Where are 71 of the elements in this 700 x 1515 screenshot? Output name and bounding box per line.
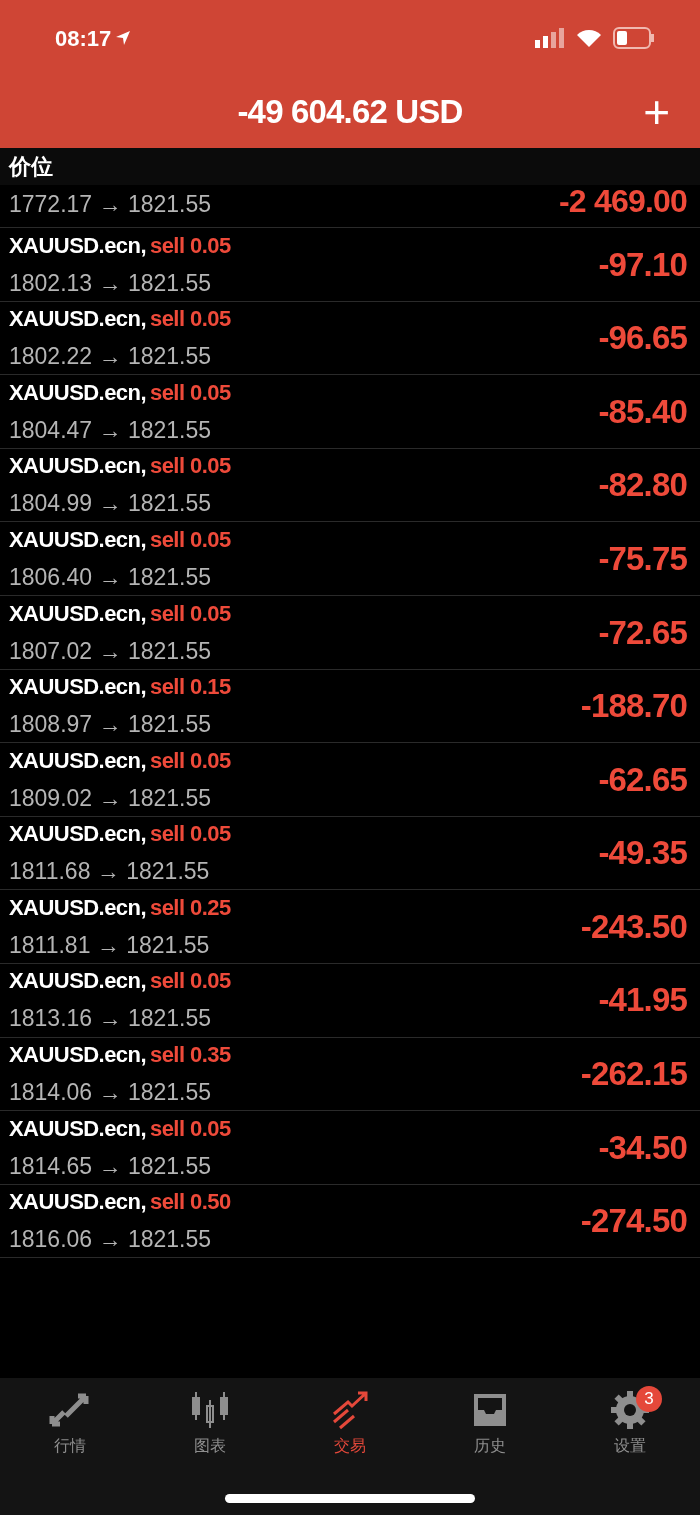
- price-range: 1813.16 → 1821.55: [9, 1004, 213, 1034]
- account-balance: -49 604.62 USD: [237, 92, 463, 133]
- symbol: XAUUSD.ecn,: [9, 746, 146, 775]
- profit-value: -96.65: [598, 318, 687, 359]
- trade-side: sell 0.05: [150, 967, 231, 996]
- trade-side: sell 0.05: [150, 378, 231, 407]
- price-range: 1811.68 → 1821.55: [9, 857, 211, 887]
- symbol: XAUUSD.ecn,: [9, 378, 146, 407]
- price-range: 1808.97 → 1821.55: [9, 710, 213, 740]
- symbol: XAUUSD.ecn,: [9, 673, 146, 702]
- trade-side: sell 0.50: [150, 1188, 231, 1217]
- tab[interactable]: 图表: [150, 1390, 270, 1458]
- price-range: 1807.02 → 1821.55: [9, 636, 213, 666]
- profit-value: -34.50: [598, 1127, 687, 1168]
- symbol: XAUUSD.ecn,: [9, 599, 146, 628]
- signal-icon: [535, 28, 565, 48]
- tab[interactable]: 历史: [430, 1390, 550, 1458]
- symbol: XAUUSD.ecn,: [9, 893, 146, 922]
- symbol: XAUUSD.ecn,: [9, 525, 146, 554]
- tab[interactable]: 交易: [290, 1390, 410, 1458]
- trade-side: sell 0.15: [150, 673, 231, 702]
- symbol: XAUUSD.ecn,: [9, 967, 146, 996]
- profit-value: -41.95: [598, 980, 687, 1021]
- tab[interactable]: 行情: [10, 1390, 130, 1458]
- trade-side: sell 0.05: [150, 1114, 231, 1143]
- profit-value: -85.40: [598, 391, 687, 432]
- price-range: 1811.81 → 1821.55: [9, 930, 211, 960]
- symbol: XAUUSD.ecn,: [9, 231, 146, 260]
- section-title: 价位: [9, 153, 53, 181]
- trade-side: sell 0.05: [150, 525, 231, 554]
- price-range: 1802.22 → 1821.55: [9, 342, 213, 372]
- profit-value: -262.15: [580, 1054, 687, 1095]
- symbol: XAUUSD.ecn,: [9, 1041, 146, 1070]
- profit-value: -188.70: [580, 686, 687, 727]
- profit-value: -243.50: [580, 906, 687, 947]
- trade-side: sell 0.35: [150, 1041, 231, 1070]
- trade-side: sell 0.05: [150, 305, 231, 334]
- profit-value: -49.35: [598, 833, 687, 874]
- symbol: XAUUSD.ecn,: [9, 1188, 146, 1217]
- notification-badge: 3: [636, 1386, 662, 1412]
- symbol: XAUUSD.ecn,: [9, 305, 146, 334]
- price-range: 1804.99 → 1821.55: [9, 489, 213, 519]
- clock: 08:17: [55, 24, 112, 53]
- profit-value: -82.80: [598, 465, 687, 506]
- symbol: XAUUSD.ecn,: [9, 820, 146, 849]
- price-range: 1806.40 → 1821.55: [9, 562, 213, 592]
- price-range: 1814.06 → 1821.55: [9, 1078, 213, 1108]
- profit-value: -2 469.00: [558, 185, 687, 217]
- price-range: 1816.06 → 1821.55: [9, 1225, 213, 1255]
- wifi-icon: [577, 29, 601, 47]
- symbol: XAUUSD.ecn,: [9, 1114, 146, 1143]
- profit-value: -75.75: [598, 538, 687, 579]
- trade-side: sell 0.05: [150, 452, 231, 481]
- profit-value: -97.10: [598, 244, 687, 285]
- location-icon: [115, 30, 132, 46]
- trade-side: sell 0.05: [150, 820, 231, 849]
- trade-side: sell 0.25: [150, 893, 231, 922]
- price-range: 1814.65 → 1821.55: [9, 1151, 213, 1181]
- trade-side: sell 0.05: [150, 231, 231, 260]
- profit-value: -72.65: [598, 612, 687, 653]
- price-range: 1772.17 → 1821.55: [9, 189, 212, 219]
- profit-value: -62.65: [598, 759, 687, 800]
- trade-side: sell 0.05: [150, 746, 231, 775]
- add-button[interactable]: +: [643, 89, 670, 135]
- price-range: 1804.47 → 1821.55: [9, 415, 213, 445]
- price-range: 1809.02 → 1821.55: [9, 783, 213, 813]
- trade-side: sell 0.05: [150, 599, 231, 628]
- price-range: 1802.13 → 1821.55: [9, 268, 213, 298]
- symbol: XAUUSD.ecn,: [9, 452, 146, 481]
- profit-value: -274.50: [580, 1201, 687, 1242]
- battery-icon: [613, 27, 655, 49]
